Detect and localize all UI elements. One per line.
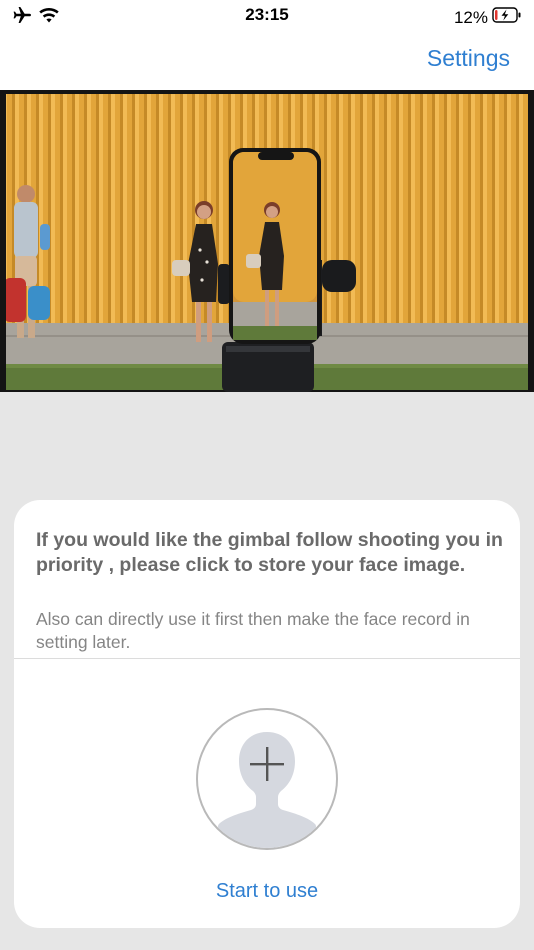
hero-image <box>0 90 534 392</box>
add-face-button[interactable] <box>196 708 338 850</box>
settings-button[interactable]: Settings <box>427 45 510 72</box>
nav-bar: Settings <box>0 32 534 90</box>
face-record-subtitle: Also can directly use it first then make… <box>36 609 470 652</box>
face-record-title: If you would like the gimbal follow shoo… <box>36 529 503 576</box>
face-record-card: If you would like the gimbal follow shoo… <box>14 500 520 928</box>
start-to-use-button[interactable]: Start to use <box>14 880 520 903</box>
card-divider <box>14 658 520 659</box>
status-right: 12% <box>454 6 522 29</box>
battery-charging-icon <box>492 6 522 29</box>
battery-percent: 12% <box>453 7 488 27</box>
status-bar: 23:15 12% <box>0 0 534 32</box>
